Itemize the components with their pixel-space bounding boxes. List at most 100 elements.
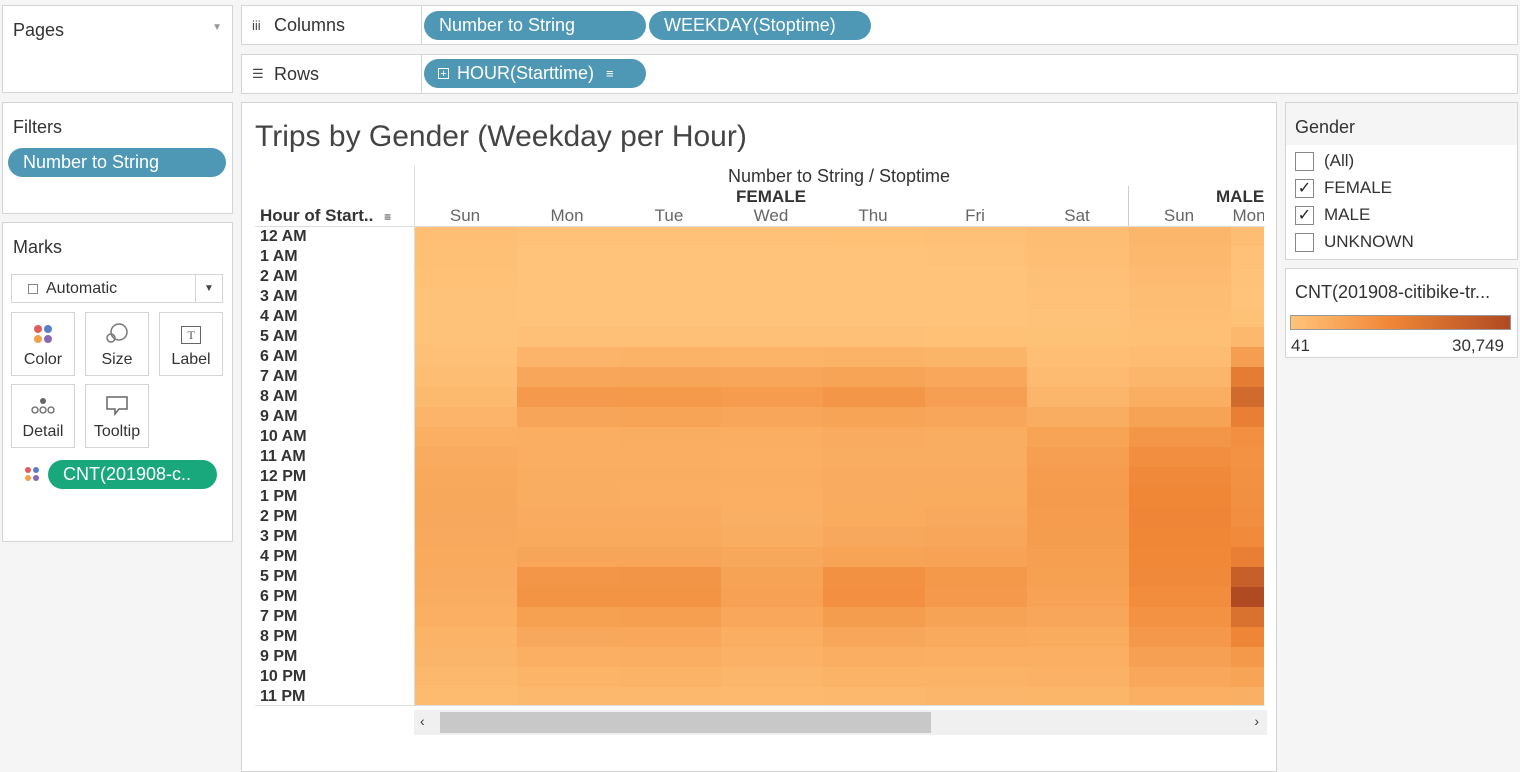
heatmap-cell[interactable] — [823, 487, 925, 507]
heatmap-cell[interactable] — [721, 487, 823, 507]
heatmap-cell[interactable] — [823, 347, 925, 367]
heatmap-cell[interactable] — [517, 307, 619, 327]
heatmap-cell[interactable] — [619, 287, 721, 307]
heatmap-cell[interactable] — [721, 507, 823, 527]
heatmap-cell[interactable] — [925, 407, 1027, 427]
heatmap-cell[interactable] — [1231, 667, 1264, 687]
heatmap-cell[interactable] — [517, 567, 619, 587]
heatmap-cell[interactable] — [721, 387, 823, 407]
heatmap-cell[interactable] — [415, 647, 517, 667]
heatmap-cell[interactable] — [1027, 387, 1129, 407]
heatmap-cell[interactable] — [619, 687, 721, 705]
heatmap-cell[interactable] — [1027, 647, 1129, 667]
heatmap-cell[interactable] — [721, 687, 823, 705]
heatmap-cell[interactable] — [415, 527, 517, 547]
heatmap-cell[interactable] — [721, 307, 823, 327]
heatmap-cell[interactable] — [415, 367, 517, 387]
heatmap-cell[interactable] — [619, 427, 721, 447]
heatmap-cell[interactable] — [415, 447, 517, 467]
heatmap-cell[interactable] — [823, 267, 925, 287]
heatmap-cell[interactable] — [823, 607, 925, 627]
heatmap-cell[interactable] — [1231, 547, 1264, 567]
heatmap-cell[interactable] — [1231, 307, 1264, 327]
heatmap-cell[interactable] — [1027, 687, 1129, 705]
heatmap-cell[interactable] — [721, 587, 823, 607]
heatmap-cell[interactable] — [1027, 327, 1129, 347]
scroll-left-icon[interactable]: ‹ — [420, 713, 425, 729]
heatmap[interactable] — [415, 227, 1264, 705]
heatmap-cell[interactable] — [823, 307, 925, 327]
heatmap-cell[interactable] — [415, 407, 517, 427]
heatmap-cell[interactable] — [415, 427, 517, 447]
checkbox-checked-icon[interactable]: ✓ — [1295, 178, 1314, 198]
heatmap-cell[interactable] — [925, 627, 1027, 647]
heatmap-cell[interactable] — [721, 227, 823, 247]
heatmap-cell[interactable] — [721, 567, 823, 587]
heatmap-cell[interactable] — [721, 427, 823, 447]
heatmap-cell[interactable] — [619, 367, 721, 387]
sort-icon[interactable]: ≡ — [384, 210, 391, 224]
heatmap-cell[interactable] — [517, 487, 619, 507]
columns-pill-weekday[interactable]: WEEKDAY(Stoptime) — [649, 11, 871, 40]
heatmap-cell[interactable] — [415, 467, 517, 487]
heatmap-cell[interactable] — [1027, 627, 1129, 647]
heatmap-cell[interactable] — [415, 547, 517, 567]
heatmap-cell[interactable] — [517, 347, 619, 367]
heatmap-cell[interactable] — [415, 667, 517, 687]
heatmap-cell[interactable] — [1129, 347, 1231, 367]
heatmap-cell[interactable] — [415, 627, 517, 647]
heatmap-cell[interactable] — [1231, 607, 1264, 627]
scrollbar-thumb[interactable] — [440, 712, 931, 733]
gender-option-all[interactable]: (All) — [1295, 149, 1354, 173]
gender-option-female[interactable]: ✓ FEMALE — [1295, 176, 1392, 200]
heatmap-cell[interactable] — [1231, 427, 1264, 447]
heatmap-cell[interactable] — [517, 247, 619, 267]
heatmap-cell[interactable] — [619, 547, 721, 567]
heatmap-cell[interactable] — [1129, 247, 1231, 267]
heatmap-cell[interactable] — [1027, 287, 1129, 307]
heatmap-cell[interactable] — [823, 367, 925, 387]
heatmap-cell[interactable] — [823, 587, 925, 607]
heatmap-cell[interactable] — [1231, 507, 1264, 527]
heatmap-cell[interactable] — [823, 627, 925, 647]
heatmap-cell[interactable] — [1027, 367, 1129, 387]
heatmap-cell[interactable] — [517, 267, 619, 287]
heatmap-cell[interactable] — [1231, 387, 1264, 407]
heatmap-cell[interactable] — [619, 567, 721, 587]
heatmap-cell[interactable] — [823, 387, 925, 407]
heatmap-cell[interactable] — [517, 627, 619, 647]
heatmap-cell[interactable] — [1231, 647, 1264, 667]
heatmap-cell[interactable] — [925, 307, 1027, 327]
heatmap-cell[interactable] — [517, 667, 619, 687]
heatmap-cell[interactable] — [1129, 267, 1231, 287]
heatmap-cell[interactable] — [721, 467, 823, 487]
heatmap-cell[interactable] — [1129, 567, 1231, 587]
heatmap-cell[interactable] — [1129, 327, 1231, 347]
heatmap-cell[interactable] — [1129, 607, 1231, 627]
heatmap-cell[interactable] — [1231, 287, 1264, 307]
heatmap-cell[interactable] — [1231, 527, 1264, 547]
heatmap-cell[interactable] — [823, 647, 925, 667]
heatmap-cell[interactable] — [1027, 247, 1129, 267]
heatmap-cell[interactable] — [1129, 527, 1231, 547]
row-header[interactable]: Hour of Start.. ≡ — [260, 206, 391, 226]
heatmap-cell[interactable] — [415, 387, 517, 407]
heatmap-cell[interactable] — [823, 327, 925, 347]
heatmap-cell[interactable] — [1027, 527, 1129, 547]
heatmap-cell[interactable] — [619, 447, 721, 467]
heatmap-cell[interactable] — [823, 567, 925, 587]
heatmap-cell[interactable] — [925, 487, 1027, 507]
heatmap-cell[interactable] — [1231, 467, 1264, 487]
heatmap-cell[interactable] — [517, 387, 619, 407]
heatmap-cell[interactable] — [925, 427, 1027, 447]
heatmap-cell[interactable] — [721, 407, 823, 427]
heatmap-cell[interactable] — [1231, 447, 1264, 467]
checkbox[interactable] — [1295, 232, 1314, 252]
heatmap-cell[interactable] — [415, 687, 517, 705]
heatmap-cell[interactable] — [619, 507, 721, 527]
heatmap-cell[interactable] — [1027, 447, 1129, 467]
heatmap-cell[interactable] — [1027, 347, 1129, 367]
heatmap-cell[interactable] — [1231, 627, 1264, 647]
heatmap-cell[interactable] — [1129, 427, 1231, 447]
heatmap-cell[interactable] — [721, 607, 823, 627]
